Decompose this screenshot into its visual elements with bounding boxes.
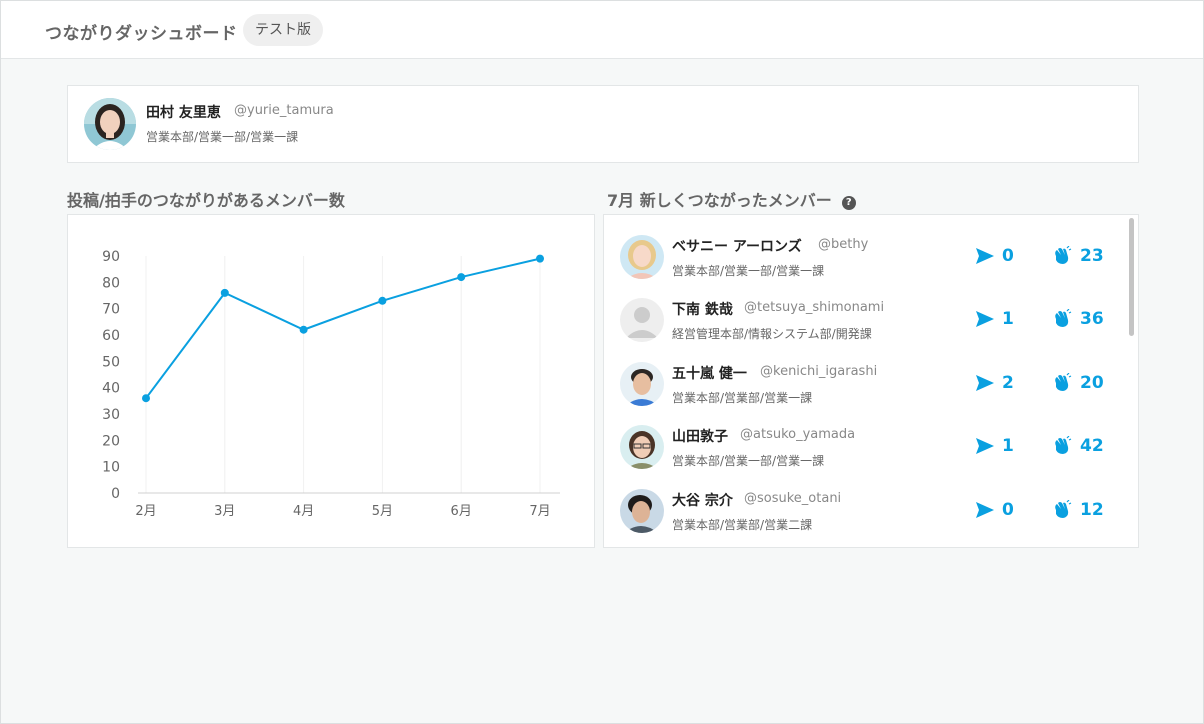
post-count-value: 2 [1002, 372, 1014, 393]
y-tick-label: 80 [102, 275, 120, 291]
scrollbar-thumb[interactable] [1129, 218, 1134, 336]
clap-count: 23 [1052, 244, 1104, 268]
app-window: つながりダッシュボード テスト版 田村 友里恵 @yurie_tamura 営業… [0, 0, 1204, 724]
post-count: 1 [976, 434, 1014, 458]
clap-count-value: 42 [1080, 436, 1104, 457]
y-tick-label: 30 [102, 407, 120, 423]
member-department: 営業本部/営業部/営業一課 [672, 390, 813, 405]
member-name[interactable]: 下南 鉄哉 [672, 299, 733, 319]
post-count-value: 0 [1002, 246, 1014, 266]
y-tick-label: 60 [102, 328, 120, 344]
post-count-value: 0 [1002, 499, 1014, 520]
data-point [299, 325, 308, 334]
profile-card: 田村 友里恵 @yurie_tamura 営業本部/営業一部/営業一課 [67, 85, 1139, 163]
clap-count-value: 20 [1080, 372, 1104, 393]
profile-department: 営業本部/営業一部/営業一課 [146, 130, 299, 144]
question-circle-icon[interactable]: ? [841, 196, 856, 210]
member-avatar[interactable] [620, 425, 664, 470]
member-department: 営業本部/営業部/営業二課 [672, 517, 813, 532]
member-handle: @bethy [818, 237, 869, 252]
member-department: 経営管理本部/情報システム部/開発課 [672, 327, 872, 342]
members-section-title-text: 7月 新しくつながったメンバー [607, 191, 832, 210]
beta-badge: テスト版 [243, 14, 323, 46]
clap-count: 12 [1052, 498, 1104, 522]
send-icon [976, 438, 994, 455]
data-point [536, 254, 544, 263]
y-tick-label: 10 [102, 460, 120, 476]
data-point [457, 273, 466, 282]
send-icon [976, 311, 994, 328]
member-name[interactable]: 大谷 宗介 [672, 490, 733, 510]
x-tick-label: 6月 [451, 504, 472, 519]
clap-icon [1055, 372, 1072, 391]
send-icon [976, 248, 994, 264]
member-name[interactable]: 山田敦子 [672, 426, 728, 446]
series-line [145, 257, 541, 399]
members-card: ベサニー アーロンズ @bethy 営業本部/営業一部/営業一課 0 23 下南 鉄哉 @t… [603, 214, 1139, 548]
clap-icon [1055, 436, 1072, 455]
send-icon [976, 501, 994, 518]
data-point [220, 288, 229, 297]
profile-handle: @yurie_tamura [234, 103, 334, 118]
members-section-title: 7月 新しくつながったメンバー? [607, 187, 856, 211]
member-department: 営業本部/営業一部/営業一課 [672, 264, 825, 278]
post-count-value: 1 [1002, 436, 1014, 457]
member-avatar[interactable] [620, 488, 664, 533]
profile-name: 田村 友里恵 [146, 105, 221, 121]
member-handle: @tetsuya_shimonami [744, 300, 885, 316]
post-count: 0 [976, 498, 1014, 522]
member-row[interactable]: ベサニー アーロンズ @bethy 営業本部/営業一部/営業一課 0 23 [604, 229, 1124, 292]
clap-count-value: 12 [1080, 499, 1104, 520]
post-count: 2 [976, 371, 1014, 395]
x-tick-label: 2月 [135, 504, 156, 519]
member-department: 営業本部/営業一部/営業一課 [672, 454, 825, 469]
line-chart: 0 10 20 30 40 50 60 70 80 90 2月 3月 4月 5月 6月 7月 [102, 249, 560, 519]
clap-count: 36 [1052, 307, 1104, 331]
profile-avatar [84, 98, 136, 150]
member-row[interactable]: 五十嵐 健一 @kenichi_igarashi 営業本部/営業部/営業一課 2 20 [604, 356, 1124, 419]
post-count: 1 [976, 307, 1014, 331]
member-avatar[interactable] [620, 361, 664, 406]
member-handle: @atsuko_yamada [740, 427, 856, 443]
y-tick-label: 50 [102, 354, 120, 370]
member-avatar[interactable] [620, 298, 664, 343]
member-name[interactable]: ベサニー アーロンズ [672, 236, 802, 256]
send-icon [976, 374, 994, 391]
member-handle: @sosuke_otani [744, 490, 842, 506]
x-tick-label: 5月 [372, 504, 393, 519]
y-tick-label: 90 [102, 249, 120, 265]
chart-card: 0 10 20 30 40 50 60 70 80 90 2月 3月 4月 5月 6月 7月 [67, 214, 595, 548]
x-tick-label: 3月 [214, 504, 235, 519]
y-tick-label: 20 [102, 433, 120, 449]
top-bar: つながりダッシュボード テスト版 [1, 1, 1203, 59]
clap-count-value: 23 [1080, 246, 1104, 266]
member-handle: @kenichi_igarashi [760, 363, 878, 379]
post-count-value: 1 [1002, 309, 1014, 330]
chart-section-title: 投稿/拍手のつながりがあるメンバー数 [67, 191, 345, 210]
x-tick-label: 4月 [293, 504, 314, 519]
clap-icon [1055, 246, 1072, 264]
member-name[interactable]: 五十嵐 健一 [672, 363, 747, 383]
clap-count: 20 [1052, 371, 1104, 395]
clap-count-value: 36 [1080, 309, 1104, 330]
clap-icon [1055, 499, 1072, 518]
y-tick-label: 40 [102, 381, 120, 397]
data-point [378, 296, 387, 305]
app-title: つながりダッシュボード [45, 24, 238, 44]
data-point [142, 394, 150, 403]
clap-icon [1055, 309, 1072, 328]
clap-count: 42 [1052, 434, 1104, 458]
post-count: 0 [976, 244, 1014, 268]
x-tick-label: 7月 [529, 504, 550, 519]
member-avatar[interactable] [620, 235, 664, 279]
member-row[interactable]: 山田敦子 @atsuko_yamada 営業本部/営業一部/営業一課 1 42 [604, 419, 1124, 482]
y-tick-label: 0 [111, 486, 120, 502]
member-row[interactable]: 大谷 宗介 @sosuke_otani 営業本部/営業部/営業二課 0 12 [604, 483, 1124, 546]
member-row[interactable]: 下南 鉄哉 @tetsuya_shimonami 経営管理本部/情報システム部/開発… [604, 292, 1124, 355]
y-tick-label: 70 [102, 302, 120, 318]
